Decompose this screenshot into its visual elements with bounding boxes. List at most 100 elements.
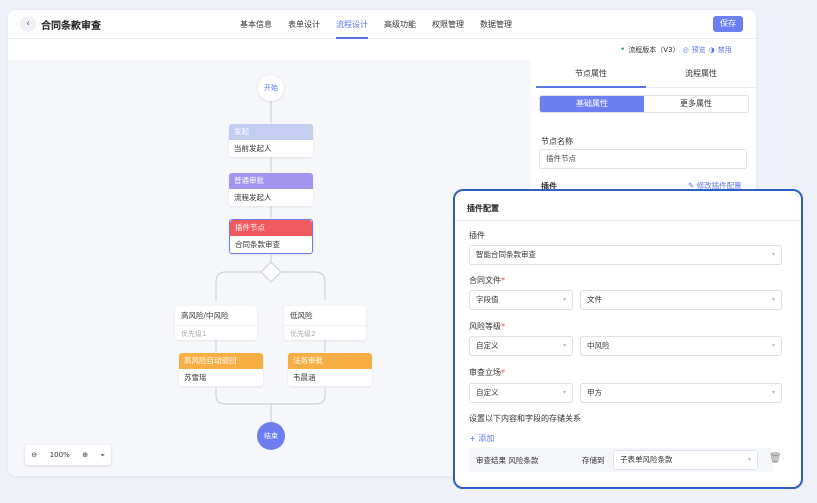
mapping-target-select[interactable]: 子表单风险条款 ▾ [613,450,758,470]
status-dot-icon: • [620,45,626,55]
stance-text: 审查立场 [469,368,501,377]
branch-priority: 优先级1 [175,325,257,341]
tab-permissions[interactable]: 权限管理 [424,10,472,39]
start-label: 开始 [264,84,278,92]
tab-flow-properties[interactable]: 流程属性 [646,60,756,87]
zoom-in-icon[interactable]: ⊕ [82,451,88,459]
end-node[interactable]: 结束 [257,422,285,450]
risk-level-value-select[interactable]: 中风险 ▾ [580,336,782,356]
node-name-input[interactable]: 插件节点 [539,149,747,169]
tab-node-properties[interactable]: 节点属性 [536,60,646,88]
plugin-config-dialog: 插件配置 插件 智能合同条款审查 ▾ 合同文件* 字段值 ▾ 文件 ▾ 风险等级* 自… [453,189,803,489]
delete-icon[interactable]: 🗑 [769,453,782,464]
select-value: 自定义 [476,341,499,350]
mapping-store-to: 存储到 [582,456,605,465]
required-mark: * [501,322,505,331]
flow-node-auto-reject[interactable]: 高风险自动驳回 苏雪瑶 [179,353,263,386]
page-title: 合同条款审查 [41,21,101,32]
version-bar: • 流程版本（V3） ◎ 预览 ◑ 禁用 [620,45,732,55]
fit-screen-icon[interactable]: ⌖ [101,451,105,460]
stance-type-select[interactable]: 自定义 ▾ [469,383,573,403]
chevron-down-icon: ▾ [771,251,775,258]
flow-node-approval[interactable]: 普通审批 流程发起人 [229,173,313,206]
plugin-field-label: 插件 [469,231,485,240]
select-value: 字段值 [476,295,499,304]
chevron-down-icon: ▾ [562,296,566,303]
contract-file-text: 合同文件 [469,276,501,285]
node-header: 高风险自动驳回 [179,353,263,369]
mapping-source: 审查结果 风险条款 [476,456,539,465]
branch-priority: 优先级2 [284,325,366,341]
tab-flow-design[interactable]: 流程设计 [328,10,376,39]
chevron-down-icon: ▾ [771,296,775,303]
end-label: 结束 [264,432,278,440]
node-body: 苏雪瑶 [184,373,207,382]
eye-icon: ◎ [682,46,689,54]
stance-value-select[interactable]: 甲方 ▾ [580,383,782,403]
chevron-down-icon: ▾ [771,342,775,349]
risk-level-type-select[interactable]: 自定义 ▾ [469,336,573,356]
condition-diamond-icon [260,261,282,283]
preview-link[interactable]: 预览 [692,45,706,55]
flow-node-legal-approval[interactable]: 法务审批 韦晨涵 [288,353,372,386]
required-mark: * [501,276,505,285]
node-header: 插件节点 [230,220,312,236]
contract-file-type-select[interactable]: 字段值 ▾ [469,290,573,310]
node-body: 合同条款审查 [235,240,280,249]
segment-basic[interactable]: 基础属性 [540,96,644,112]
stance-label: 审查立场* [469,367,505,378]
branch-condition-low[interactable]: 低风险 优先级2 [284,306,366,340]
top-tabs: 基本信息 表单设计 流程设计 高级功能 权限管理 数据管理 [232,10,520,39]
contract-file-label: 合同文件* [469,275,505,286]
zoom-toolbar: ⊖ 100% ⊕ ⌖ [25,445,111,465]
node-body: 流程发起人 [234,193,272,202]
select-value: 中风险 [587,341,610,350]
tab-advanced[interactable]: 高级功能 [376,10,424,39]
node-header: 发起 [229,124,313,140]
chevron-down-icon: ▾ [771,389,775,396]
flow-node-initiator[interactable]: 发起 当前发起人 [229,124,313,157]
zoom-level: 100% [49,451,70,459]
chevron-down-icon: ▾ [562,389,566,396]
top-bar: ‹ 合同条款审查 基本信息 表单设计 流程设计 高级功能 权限管理 数据管理 保… [8,10,756,39]
plugin-select-value: 智能合同条款审查 [476,250,536,259]
dialog-divider [455,220,801,221]
version-label[interactable]: 流程版本（V3） [628,45,679,55]
node-body: 韦晨涵 [293,373,316,382]
risk-level-label: 风险等级* [469,321,505,332]
select-value: 自定义 [476,388,499,397]
tab-basic-info[interactable]: 基本信息 [232,10,280,39]
chevron-down-icon: ▾ [562,342,566,349]
select-value: 子表单风险条款 [620,455,673,464]
node-body: 当前发起人 [234,144,272,153]
select-value: 甲方 [587,388,602,397]
chevron-down-icon: ▾ [747,456,751,463]
start-node[interactable]: 开始 [258,75,284,101]
node-header: 普通审批 [229,173,313,189]
zoom-out-icon[interactable]: ⊖ [31,451,37,459]
property-segment: 基础属性 更多属性 [539,95,749,113]
panel-tabs: 节点属性 流程属性 [536,60,756,88]
flow-node-plugin[interactable]: 插件节点 合同条款审查 [229,219,313,254]
toggle-icon: ◑ [708,46,715,54]
back-button[interactable]: ‹ [20,16,36,32]
save-button[interactable]: 保存 [713,16,743,32]
node-header: 法务审批 [288,353,372,369]
risk-level-text: 风险等级 [469,322,501,331]
add-mapping-button[interactable]: + 添加 [469,433,494,444]
required-mark: * [501,368,505,377]
branch-title: 高风险/中风险 [181,311,229,320]
branch-condition-high[interactable]: 高风险/中风险 优先级1 [175,306,257,340]
disable-link[interactable]: 禁用 [718,45,732,55]
chevron-left-icon: ‹ [26,19,30,29]
plugin-select[interactable]: 智能合同条款审查 ▾ [469,245,782,265]
tab-form-design[interactable]: 表单设计 [280,10,328,39]
tab-data-management[interactable]: 数据管理 [472,10,520,39]
select-value: 文件 [587,295,602,304]
branch-title: 低风险 [290,311,313,320]
node-name-label: 节点名称 [541,137,573,146]
segment-more[interactable]: 更多属性 [644,96,748,112]
dialog-title: 插件配置 [467,204,499,213]
mapping-label: 设置以下内容和字段的存储关系 [469,414,581,423]
contract-file-value-select[interactable]: 文件 ▾ [580,290,782,310]
